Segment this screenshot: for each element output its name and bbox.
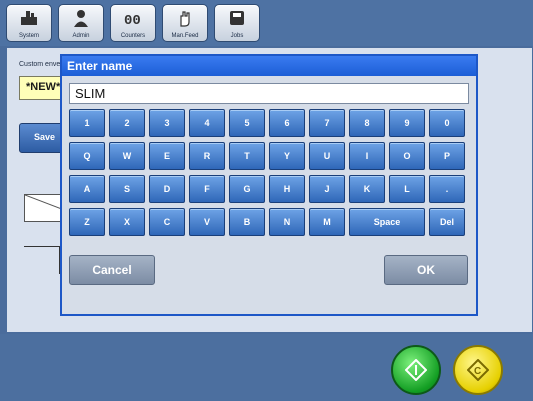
reset-button[interactable]: C — [453, 345, 503, 395]
key-8[interactable]: 8 — [349, 109, 385, 137]
key-r[interactable]: R — [189, 142, 225, 170]
key-l[interactable]: L — [389, 175, 425, 203]
cancel-button[interactable]: Cancel — [69, 255, 155, 285]
name-input[interactable]: SLIM — [69, 83, 469, 104]
key-g[interactable]: G — [229, 175, 265, 203]
key-1[interactable]: 1 — [69, 109, 105, 137]
reset-icon: C — [467, 359, 489, 381]
counters-icon: 00 — [124, 13, 141, 28]
enter-name-dialog: Enter name SLIM 1234567890 QWERTYUIOP ASDF… — [60, 54, 478, 316]
key-v[interactable]: V — [189, 208, 225, 236]
key-j[interactable]: J — [309, 175, 345, 203]
key-h[interactable]: H — [269, 175, 305, 203]
key-s[interactable]: S — [109, 175, 145, 203]
system-icon — [21, 11, 37, 25]
key-i[interactable]: I — [349, 142, 385, 170]
start-button[interactable] — [391, 345, 441, 395]
key-9[interactable]: 9 — [389, 109, 425, 137]
key-m[interactable]: M — [309, 208, 345, 236]
svg-text:C: C — [474, 366, 481, 377]
start-icon — [405, 359, 427, 381]
key-y[interactable]: Y — [269, 142, 305, 170]
key-z[interactable]: Z — [69, 208, 105, 236]
key-w[interactable]: W — [109, 142, 145, 170]
key-c[interactable]: C — [149, 208, 185, 236]
key-x[interactable]: X — [109, 208, 145, 236]
ok-button[interactable]: OK — [384, 255, 468, 285]
key-d[interactable]: D — [149, 175, 185, 203]
key-t[interactable]: T — [229, 142, 265, 170]
key-period[interactable]: . — [429, 175, 465, 203]
key-p[interactable]: P — [429, 142, 465, 170]
key-3[interactable]: 3 — [149, 109, 185, 137]
key-7[interactable]: 7 — [309, 109, 345, 137]
hand-icon — [180, 11, 190, 27]
counters-button[interactable]: 00 Counters — [110, 4, 156, 42]
key-a[interactable]: A — [69, 175, 105, 203]
key-u[interactable]: U — [309, 142, 345, 170]
man-feed-label: Man.Feed — [171, 33, 199, 39]
key-del[interactable]: Del — [429, 208, 465, 236]
dialog-title: Enter name — [62, 56, 476, 76]
jobs-label: Jobs — [230, 33, 244, 39]
key-5[interactable]: 5 — [229, 109, 265, 137]
man-feed-button[interactable]: Man.Feed — [162, 4, 208, 42]
key-n[interactable]: N — [269, 208, 305, 236]
key-f[interactable]: F — [189, 175, 225, 203]
admin-button[interactable]: Admin — [58, 4, 104, 42]
custom-envelope-label: Custom enve — [19, 61, 61, 68]
admin-label: Admin — [72, 33, 90, 39]
key-k[interactable]: K — [349, 175, 385, 203]
system-label: System — [18, 33, 39, 39]
system-button[interactable]: System — [6, 4, 52, 42]
top-toolbar: System Admin 00 Counters Man.Feed Jobs — [0, 0, 533, 46]
key-4[interactable]: 4 — [189, 109, 225, 137]
svg-text:00: 00 — [124, 13, 141, 28]
jobs-button[interactable]: Jobs — [214, 4, 260, 42]
key-b[interactable]: B — [229, 208, 265, 236]
key-2[interactable]: 2 — [109, 109, 145, 137]
key-space[interactable]: Space — [349, 208, 425, 236]
jobs-icon — [230, 11, 244, 25]
key-0[interactable]: 0 — [429, 109, 465, 137]
key-e[interactable]: E — [149, 142, 185, 170]
key-q[interactable]: Q — [69, 142, 105, 170]
key-o[interactable]: O — [389, 142, 425, 170]
admin-icon — [74, 10, 88, 27]
key-6[interactable]: 6 — [269, 109, 305, 137]
counters-label: Counters — [120, 33, 146, 39]
